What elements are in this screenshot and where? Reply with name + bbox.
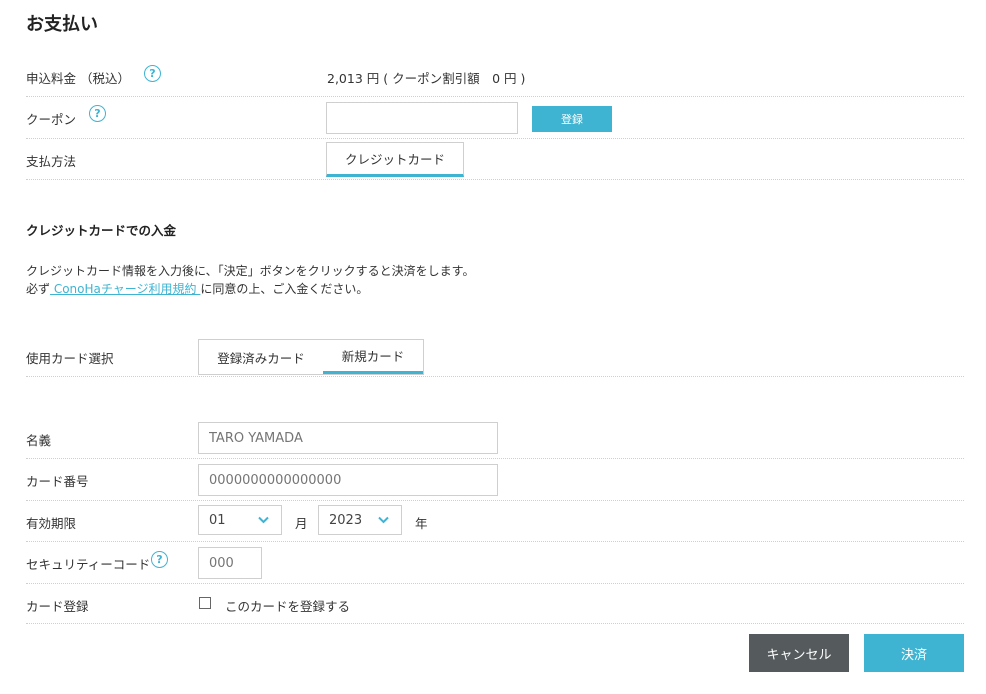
tab-credit-card[interactable]: クレジットカード (326, 142, 464, 177)
divider (26, 623, 964, 624)
card-number-label: カード番号 (26, 474, 89, 489)
coupon-register-button[interactable]: 登録 (532, 106, 612, 132)
terms-suffix: に同意の上、ご入金ください。 (200, 282, 369, 296)
payment-method-label: 支払方法 (26, 154, 77, 169)
expiry-month-value: 01 (209, 512, 226, 528)
divider (26, 138, 964, 139)
expiry-label: 有効期限 (26, 516, 77, 531)
name-label: 名義 (26, 433, 52, 448)
fee-help-icon[interactable]: ? (144, 65, 161, 82)
terms-prefix: 必ず (26, 282, 51, 296)
divider (26, 583, 964, 584)
card-number-input[interactable] (198, 464, 498, 496)
expiry-year-select[interactable]: 2023 (318, 505, 402, 535)
register-card-checkbox[interactable] (199, 597, 211, 609)
fee-value: 2,013 円 ( クーポン割引額 0 円 ) (327, 71, 526, 86)
divider (26, 500, 964, 501)
security-code-input[interactable] (198, 547, 262, 579)
card-register-label: カード登録 (26, 599, 89, 614)
divider (26, 179, 964, 180)
fee-label: 申込料金 （税込） (26, 71, 130, 86)
divider (26, 458, 964, 459)
name-input[interactable] (198, 422, 498, 454)
terms-link[interactable]: ConoHaチャージ利用規約 (50, 282, 200, 296)
expiry-year-value: 2023 (329, 512, 363, 528)
divider (26, 376, 964, 377)
security-code-label: セキュリティーコード (26, 557, 151, 572)
chevron-down-icon (258, 516, 269, 524)
month-unit: 月 (295, 516, 308, 531)
credit-description: クレジットカード情報を入力後に、「決定」ボタンをクリックすると決済をします。 (26, 264, 475, 278)
expiry-month-select[interactable]: 01 (198, 505, 282, 535)
card-select-tabs: 登録済みカード 新規カード (198, 339, 424, 375)
divider (26, 96, 964, 97)
tab-registered-card[interactable]: 登録済みカード (199, 340, 323, 374)
terms-notice: 必ず ConoHaチャージ利用規約 に同意の上、ご入金ください。 (26, 280, 368, 297)
divider (26, 541, 964, 542)
page-title: お支払い (26, 14, 98, 35)
chevron-down-icon (378, 516, 389, 524)
submit-button[interactable]: 決済 (864, 634, 964, 672)
section-title: クレジットカードでの入金 (26, 223, 177, 238)
register-card-checkbox-label[interactable]: このカードを登録する (225, 596, 350, 615)
security-help-icon[interactable]: ? (151, 551, 168, 568)
year-unit: 年 (415, 516, 428, 531)
card-select-label: 使用カード選択 (26, 351, 114, 366)
cancel-button[interactable]: キャンセル (749, 634, 849, 672)
coupon-input[interactable] (326, 102, 518, 134)
tab-new-card[interactable]: 新規カード (323, 340, 423, 374)
coupon-help-icon[interactable]: ? (89, 105, 106, 122)
coupon-label: クーポン (26, 112, 77, 127)
